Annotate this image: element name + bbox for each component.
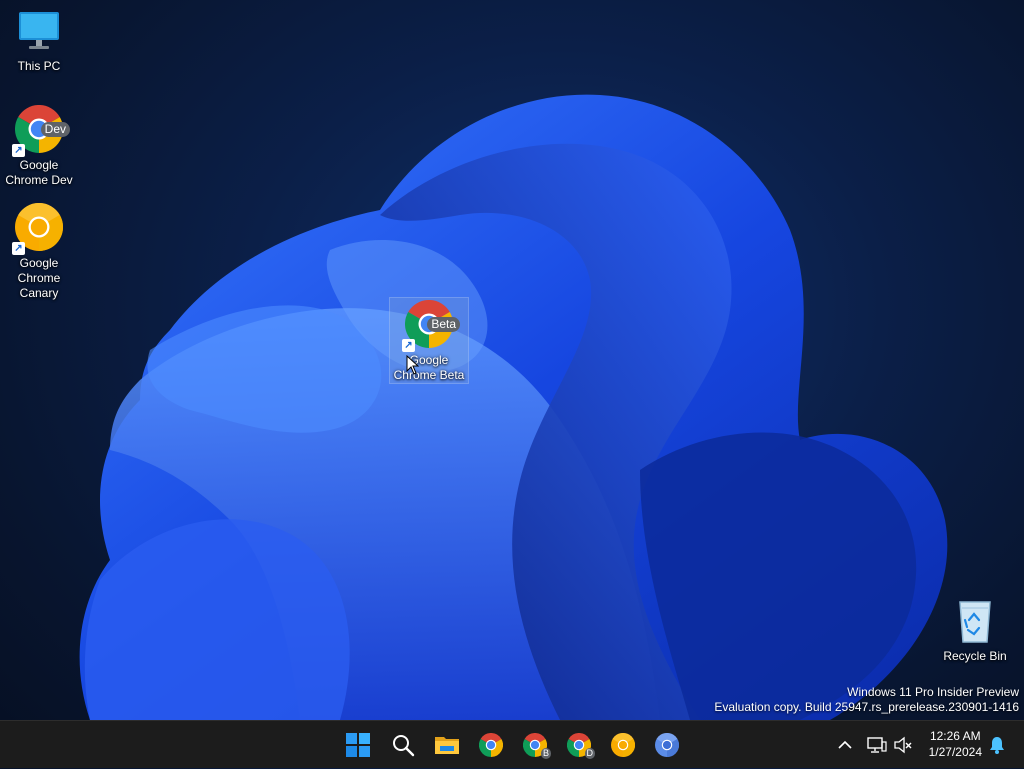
mouse-cursor-icon [406,355,420,375]
chrome-dev-icon: Dev ↗ [12,105,70,157]
chromium-icon [655,733,679,757]
monitor-icon [14,6,64,56]
dev-badge: Dev [40,122,70,137]
desktop-icon-label: Recycle Bin [943,649,1007,663]
chrome-dev-icon: D [567,733,595,759]
shortcut-arrow-icon: ↗ [12,242,25,255]
desktop-icon-label: Google Chrome Beta [393,353,465,382]
clock-date: 1/27/2024 [928,745,982,759]
chrome-beta-icon: Beta ↗ [402,300,460,352]
search-icon [393,735,415,757]
clock-time: 12:26 AM [929,729,981,743]
volume-button[interactable] [891,721,915,769]
file-explorer-button[interactable] [429,727,465,763]
desktop-icon-chrome-dev[interactable]: Dev ↗ Google Chrome Dev [0,103,78,188]
shortcut-arrow-icon: ↗ [12,144,25,157]
network-button[interactable] [864,721,890,769]
start-button[interactable] [340,727,376,763]
watermark-line-2: Evaluation copy. Build 25947.rs_prerelea… [714,700,1019,714]
show-hidden-icons-button[interactable] [834,721,856,769]
clock-button[interactable]: 12:26 AM 1/27/2024 [929,728,982,760]
desktop-icon-chrome-canary[interactable]: ↗ Google Chrome Canary [0,201,78,301]
bell-icon [990,737,1004,754]
shortcut-arrow-icon: ↗ [402,339,415,352]
notifications-button[interactable] [985,721,1009,769]
chrome-beta-icon: B [523,733,551,759]
recycle-bin-icon [950,596,1000,646]
desktop-icon-label: Google Chrome Canary [17,256,61,300]
folder-icon [435,737,459,754]
chrome-dev-button[interactable]: D [561,727,597,763]
watermark-line-1: Windows 11 Pro Insider Preview [847,685,1019,699]
desktop-icon-label: Google Chrome Dev [5,158,73,187]
chrome-button[interactable] [473,727,509,763]
dev-taskbar-badge: D [584,748,595,759]
wallpaper-bloom [79,94,948,720]
desktop-icon-label: This PC [17,59,61,73]
evaluation-watermark: Windows 11 Pro Insider Preview Evaluatio… [714,685,1019,715]
chrome-beta-button[interactable]: B [517,727,553,763]
chrome-icon [479,733,503,757]
chrome-canary-button[interactable] [605,727,641,763]
beta-taskbar-badge: B [540,748,551,759]
network-icon [867,737,887,753]
chromium-button[interactable] [649,727,685,763]
desktop-icon-this-pc[interactable]: This PC [0,4,78,74]
beta-badge: Beta [427,317,460,332]
taskbar: B D 12:26 AM 1/27/2024 [0,720,1024,768]
search-button[interactable] [385,727,421,763]
chevron-up-icon [838,740,852,749]
chrome-canary-icon [611,733,635,757]
volume-muted-icon [894,736,912,754]
desktop-icon-recycle-bin[interactable]: Recycle Bin [936,594,1014,664]
desktop-icon-chrome-beta[interactable]: Beta ↗ Google Chrome Beta [389,297,469,384]
chrome-canary-icon: ↗ [12,203,64,255]
windows-logo-icon [346,733,370,757]
desktop[interactable]: This PC Dev ↗ Google Chrome Dev ↗ Google… [0,0,1024,720]
